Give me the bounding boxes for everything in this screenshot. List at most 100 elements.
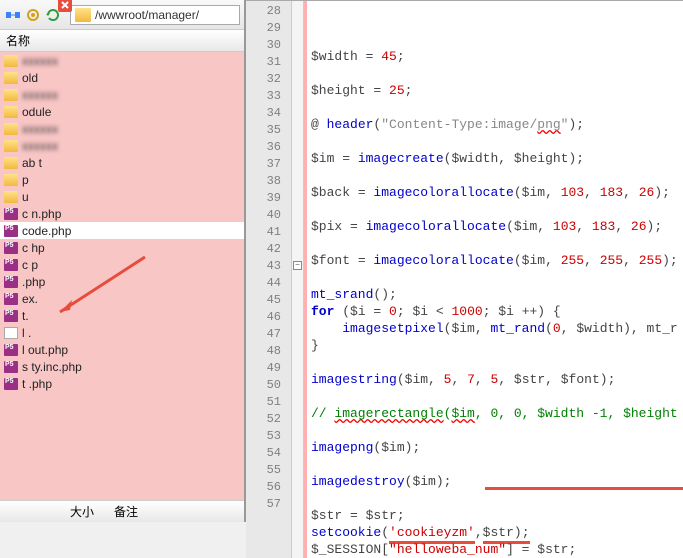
column-footer: 大小 备注	[0, 500, 244, 522]
code-line	[311, 388, 683, 405]
file-row[interactable]: xxxxxx	[0, 137, 244, 154]
code-line: $im = imagecreate($width, $height);	[311, 150, 683, 167]
close-icon[interactable]	[58, 0, 72, 12]
file-row[interactable]: code.php	[0, 222, 244, 239]
php-icon	[4, 310, 18, 322]
php-icon	[4, 242, 18, 254]
file-row[interactable]: xxxxxx	[0, 120, 244, 137]
php-icon	[4, 225, 18, 237]
file-row[interactable]: old	[0, 69, 244, 86]
php-icon	[4, 344, 18, 356]
code-line: $_SESSION["helloweba_num"] = $str;	[311, 541, 683, 558]
file-name: c hp	[22, 241, 45, 255]
connect-icon[interactable]	[4, 6, 22, 24]
line-number: 54	[246, 445, 291, 462]
line-number: 30	[246, 37, 291, 54]
file-name: xxxxxx	[22, 122, 58, 136]
php-icon	[4, 293, 18, 305]
file-name: c p	[22, 258, 38, 272]
file-row[interactable]: p	[0, 171, 244, 188]
code-line: $pix = imagecolorallocate($im, 103, 183,…	[311, 218, 683, 235]
file-row[interactable]: .php	[0, 273, 244, 290]
file-row[interactable]: ab t	[0, 154, 244, 171]
file-row[interactable]: ex.	[0, 290, 244, 307]
folder-icon	[4, 89, 18, 101]
file-row[interactable]: c hp	[0, 239, 244, 256]
file-row[interactable]: xxxxxx	[0, 86, 244, 103]
line-number: 40	[246, 207, 291, 224]
php-icon	[4, 259, 18, 271]
line-number: 35	[246, 122, 291, 139]
fold-toggle[interactable]: −	[293, 261, 302, 270]
line-number: 47	[246, 326, 291, 343]
path-input[interactable]: /wwwroot/manager/	[70, 5, 240, 25]
path-text: /wwwroot/manager/	[95, 8, 199, 22]
line-number: 45	[246, 292, 291, 309]
file-row[interactable]: s ty.inc.php	[0, 358, 244, 375]
file-name: ex.	[22, 292, 38, 306]
column-header-name[interactable]: 名称	[0, 30, 244, 52]
file-name: .php	[22, 275, 45, 289]
line-number: 36	[246, 139, 291, 156]
line-number: 34	[246, 105, 291, 122]
file-explorer-pane: /wwwroot/manager/ 名称 xxxxxx old xxxxxx od…	[0, 0, 246, 522]
file-name: xxxxxx	[22, 139, 58, 153]
file-name: old	[22, 71, 38, 85]
line-number: 42	[246, 241, 291, 258]
file-name: ab t	[22, 156, 42, 170]
folder-icon	[4, 106, 18, 118]
code-line	[311, 269, 683, 286]
file-row[interactable]: c n.php	[0, 205, 244, 222]
code-line: mt_srand();	[311, 286, 683, 303]
line-number: 28	[246, 3, 291, 20]
gear-icon[interactable]	[24, 6, 42, 24]
file-list[interactable]: xxxxxx oldxxxxxx odulexxxxxxxxxxxxab t p…	[0, 52, 244, 522]
line-number: 49	[246, 360, 291, 377]
code-line: for ($i = 0; $i < 1000; $i ++) {	[311, 303, 683, 320]
file-row[interactable]: t .php	[0, 375, 244, 392]
line-number: 46	[246, 309, 291, 326]
line-number: 41	[246, 224, 291, 241]
file-row[interactable]: l .	[0, 324, 244, 341]
folder-icon	[4, 123, 18, 135]
file-row[interactable]: odule	[0, 103, 244, 120]
php-icon	[4, 208, 18, 220]
code-editor[interactable]: 2829303132333435363738394041424344454647…	[246, 1, 683, 558]
file-name: xxxxxx	[22, 88, 58, 102]
column-header-note[interactable]: 备注	[114, 503, 138, 520]
file-row[interactable]: u	[0, 188, 244, 205]
file-row[interactable]: c p	[0, 256, 244, 273]
code-line	[311, 354, 683, 371]
code-line: setcookie('cookieyzm',$str);	[311, 524, 683, 541]
php-icon	[4, 361, 18, 373]
column-header-size[interactable]: 大小	[70, 503, 94, 520]
file-row[interactable]: t.	[0, 307, 244, 324]
fold-column: −	[292, 1, 304, 558]
code-area[interactable]: $width = 45;$height = 25;@ header("Conte…	[307, 1, 683, 558]
code-line: imagesetpixel($im, mt_rand(0, $width), m…	[311, 320, 683, 337]
code-line: // imagerectangle($im, 0, 0, $width -1, …	[311, 405, 683, 422]
code-line: $width = 45;	[311, 48, 683, 65]
code-line	[311, 167, 683, 184]
folder-icon	[4, 157, 18, 169]
code-line	[311, 490, 683, 507]
code-line	[311, 133, 683, 150]
file-icon	[4, 327, 18, 339]
code-line: }	[311, 337, 683, 354]
code-line	[311, 65, 683, 82]
file-name: c n.php	[22, 207, 61, 221]
code-line: $height = 25;	[311, 82, 683, 99]
explorer-toolbar: /wwwroot/manager/	[0, 0, 244, 30]
editor-pane: 2829303132333435363738394041424344454647…	[246, 0, 683, 522]
code-line: imagepng($im);	[311, 439, 683, 456]
file-row[interactable]: l out.php	[0, 341, 244, 358]
folder-icon	[4, 174, 18, 186]
php-icon	[4, 378, 18, 390]
code-line	[311, 422, 683, 439]
line-number: 50	[246, 377, 291, 394]
folder-icon	[4, 72, 18, 84]
line-number: 55	[246, 462, 291, 479]
file-row[interactable]: xxxxxx	[0, 52, 244, 69]
annotation-underline	[485, 487, 683, 490]
line-number: 43	[246, 258, 291, 275]
